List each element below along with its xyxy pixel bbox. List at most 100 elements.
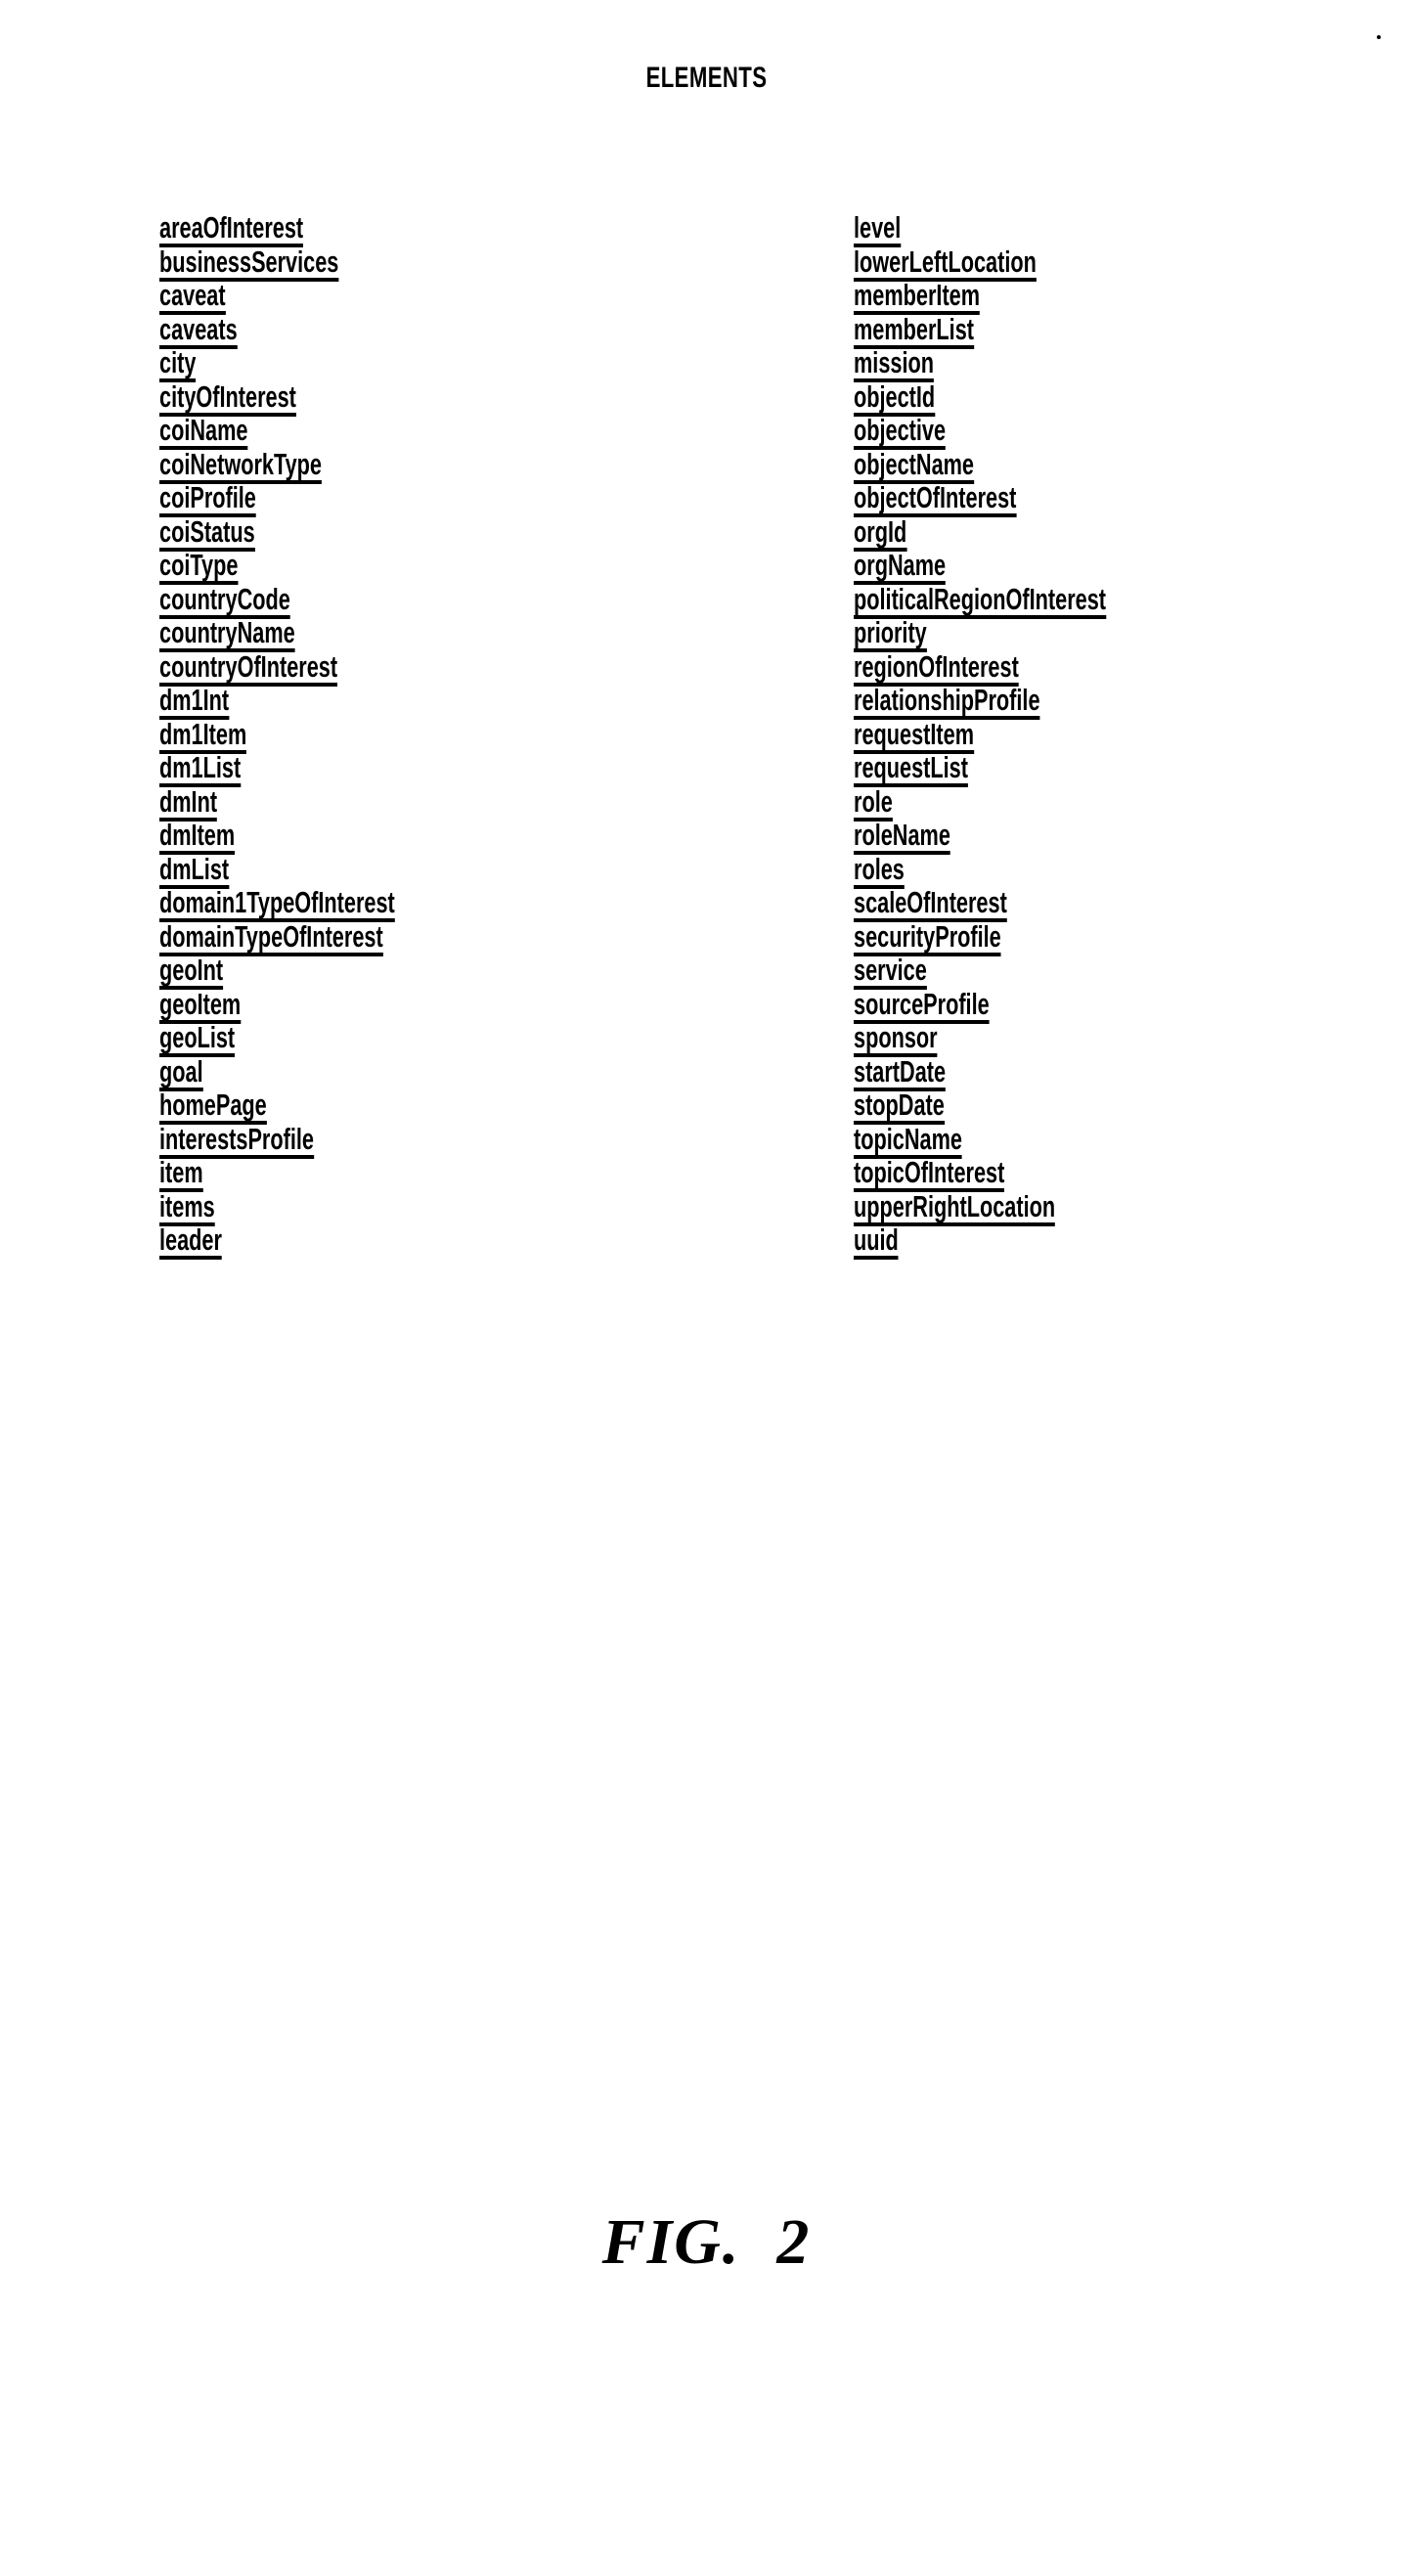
element-name: securityProfile [854, 921, 1001, 956]
element-name: coiType [159, 550, 239, 585]
element-list-item: caveat [159, 279, 496, 315]
element-list-item: dmInt [159, 785, 496, 822]
element-list-item: roles [854, 853, 1214, 889]
element-name: orgName [854, 550, 947, 585]
element-list-item: sponsor [854, 1021, 1214, 1057]
element-list-item: scaleOfInterest [854, 886, 1214, 922]
element-list-item: memberList [854, 313, 1214, 349]
element-list-item: objectOfInterest [854, 481, 1214, 517]
element-name: dmInt [159, 786, 218, 822]
element-name: stopDate [854, 1089, 945, 1125]
element-name: level [854, 212, 902, 247]
element-name: orgId [854, 516, 907, 552]
element-name: leader [159, 1224, 222, 1260]
element-list-item: domain1TypeOfInterest [159, 886, 496, 922]
element-name: politicalRegionOfInterest [854, 584, 1107, 619]
element-name: countryOfInterest [159, 651, 338, 687]
element-name: countryName [159, 617, 295, 652]
element-list-item: dmItem [159, 819, 496, 855]
element-list-item: objectName [854, 448, 1214, 484]
element-list-item: service [854, 954, 1214, 990]
element-name: businessServices [159, 246, 339, 282]
element-list-item: dm1Item [159, 718, 496, 754]
element-list-item: objective [854, 414, 1214, 450]
element-list-item: roleName [854, 819, 1214, 855]
element-name: domainTypeOfInterest [159, 921, 383, 956]
element-list-item: dmList [159, 853, 496, 889]
element-list-item: coiType [159, 549, 496, 585]
element-name: regionOfInterest [854, 651, 1019, 687]
element-name: coiStatus [159, 516, 255, 552]
element-name: dm1List [159, 752, 242, 787]
element-list-item: coiNetworkType [159, 448, 496, 484]
element-name: lowerLeftLocation [854, 246, 1037, 282]
figure-caption: FIG. 2 [601, 2206, 812, 2278]
element-list-item: goal [159, 1055, 496, 1091]
element-name: dmItem [159, 820, 236, 855]
element-name: coiName [159, 415, 248, 450]
element-name: memberList [854, 314, 975, 349]
element-list-item: upperRightLocation [854, 1190, 1214, 1226]
element-name: memberItem [854, 280, 981, 315]
element-name: dmList [159, 854, 230, 889]
element-list-item: relationshipProfile [854, 684, 1214, 720]
element-list-item: coiName [159, 414, 496, 450]
element-list-item: mission [854, 346, 1214, 382]
element-list-item: leader [159, 1223, 496, 1260]
element-name: upperRightLocation [854, 1191, 1056, 1226]
element-name: caveat [159, 280, 226, 315]
element-name: coiProfile [159, 482, 256, 517]
element-name: geoInt [159, 955, 224, 990]
elements-column-left: areaOfInterest businessServices caveat cave… [159, 211, 496, 1260]
element-list-item: regionOfInterest [854, 650, 1214, 687]
element-name: topicName [854, 1124, 962, 1159]
element-list-item: countryOfInterest [159, 650, 496, 687]
element-name: goal [159, 1056, 203, 1091]
element-list-item: homePage [159, 1088, 496, 1125]
element-list-item: lowerLeftLocation [854, 245, 1214, 282]
element-name: service [854, 955, 927, 990]
element-name: roleName [854, 820, 950, 855]
element-name: priority [854, 617, 927, 652]
element-name: items [159, 1191, 215, 1226]
element-list-item: coiProfile [159, 481, 496, 517]
element-list-item: countryCode [159, 583, 496, 619]
element-list-item: geoItem [159, 988, 496, 1024]
element-list-item: cityOfInterest [159, 380, 496, 417]
figure-heading: ELEMENTS [645, 62, 768, 94]
element-name: objectOfInterest [854, 482, 1017, 517]
element-list-item: topicOfInterest [854, 1156, 1214, 1192]
element-list-item: items [159, 1190, 496, 1226]
element-name: countryCode [159, 584, 290, 619]
element-list-item: caveats [159, 313, 496, 349]
element-name: caveats [159, 314, 238, 349]
element-list-item: requestList [854, 751, 1214, 787]
element-list-item: uuid [854, 1223, 1214, 1260]
element-name: areaOfInterest [159, 212, 304, 247]
element-name: sponsor [854, 1022, 938, 1057]
patent-figure-page: ELEMENTS areaOfInterest businessServices c… [0, 0, 1413, 2576]
element-list-item: geoInt [159, 954, 496, 990]
scan-artifact-speck [1377, 35, 1381, 39]
element-name: coiNetworkType [159, 449, 323, 484]
element-name: dm1Int [159, 685, 230, 720]
element-name: dm1Item [159, 719, 247, 754]
element-list-item: stopDate [854, 1088, 1214, 1125]
element-list-item: countryName [159, 616, 496, 652]
element-list-item: requestItem [854, 718, 1214, 754]
element-name: startDate [854, 1056, 947, 1091]
element-name: geoList [159, 1022, 236, 1057]
element-list-item: domainTypeOfInterest [159, 920, 496, 956]
element-list-item: securityProfile [854, 920, 1214, 956]
element-list-item: coiStatus [159, 515, 496, 552]
element-name: role [854, 786, 893, 822]
element-name: requestItem [854, 719, 975, 754]
elements-column-right: level lowerLeftLocation memberItem memberLi… [854, 211, 1214, 1260]
element-name: domain1TypeOfInterest [159, 887, 395, 922]
element-name: objectName [854, 449, 975, 484]
element-list-item: dm1List [159, 751, 496, 787]
element-list-item: geoList [159, 1021, 496, 1057]
element-list-item: interestsProfile [159, 1123, 496, 1159]
element-list-item: city [159, 346, 496, 382]
element-name: requestList [854, 752, 968, 787]
